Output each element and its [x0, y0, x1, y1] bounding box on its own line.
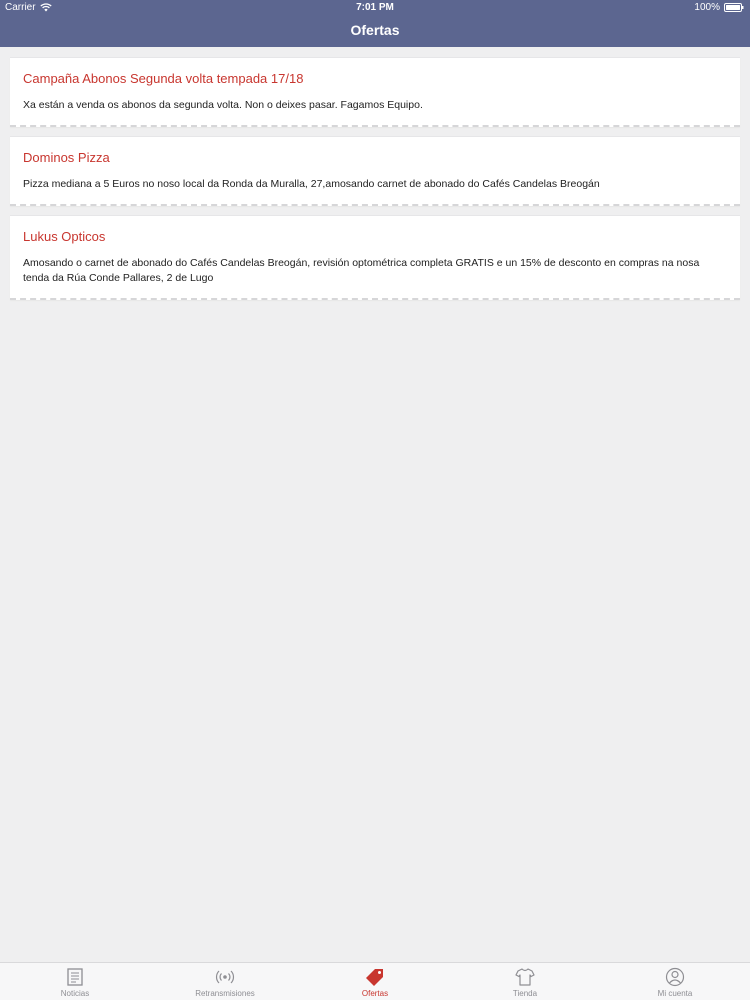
user-icon	[665, 967, 685, 987]
offer-description: Pizza mediana a 5 Euros no noso local da…	[23, 178, 600, 190]
status-bar: Carrier 7:01 PM 100%	[0, 0, 750, 16]
tab-label: Mi cuenta	[657, 989, 693, 998]
tab-bar: Noticias Retransmisiones Ofertas Tienda …	[0, 962, 750, 1000]
tab-mi-cuenta[interactable]: Mi cuenta	[600, 963, 750, 1000]
screen: Carrier 7:01 PM 100% Ofertas Campaña Abo…	[0, 0, 750, 1000]
offer-card[interactable]: Dominos Pizza Pizza mediana a 5 Euros no…	[10, 136, 740, 206]
offer-card[interactable]: Campaña Abonos Segunda volta tempada 17/…	[10, 57, 740, 127]
status-battery: 100%	[694, 2, 744, 13]
offer-title: Lukus Opticos	[23, 229, 106, 244]
tab-label: Tienda	[512, 989, 538, 998]
tab-retransmisiones[interactable]: Retransmisiones	[150, 963, 300, 1000]
tab-label: Ofertas	[361, 989, 389, 998]
tshirt-icon	[515, 968, 535, 986]
navigation-header: Carrier 7:01 PM 100% Ofertas	[0, 0, 750, 47]
offer-description: Amosando o carnet de abonado do Cafés Ca…	[23, 257, 700, 284]
tab-ofertas[interactable]: Ofertas	[300, 963, 450, 1000]
battery-icon	[724, 3, 744, 12]
battery-percentage: 100%	[694, 2, 720, 13]
offers-list: Campaña Abonos Segunda volta tempada 17/…	[10, 57, 740, 309]
tab-label: Retransmisiones	[195, 989, 255, 998]
broadcast-icon	[215, 970, 235, 984]
tab-tienda[interactable]: Tienda	[450, 963, 600, 1000]
page-title: Ofertas	[350, 22, 400, 38]
newspaper-icon	[67, 968, 83, 986]
offer-card[interactable]: Lukus Opticos Amosando o carnet de abona…	[10, 215, 740, 300]
offer-title: Dominos Pizza	[23, 150, 110, 165]
tab-label: Noticias	[60, 989, 90, 998]
status-time: 7:01 PM	[356, 2, 394, 13]
offer-description: Xa están a venda os abonos da segunda vo…	[23, 99, 423, 111]
offer-title: Campaña Abonos Segunda volta tempada 17/…	[23, 71, 304, 86]
tag-icon	[366, 969, 383, 986]
tab-noticias[interactable]: Noticias	[0, 963, 150, 1000]
